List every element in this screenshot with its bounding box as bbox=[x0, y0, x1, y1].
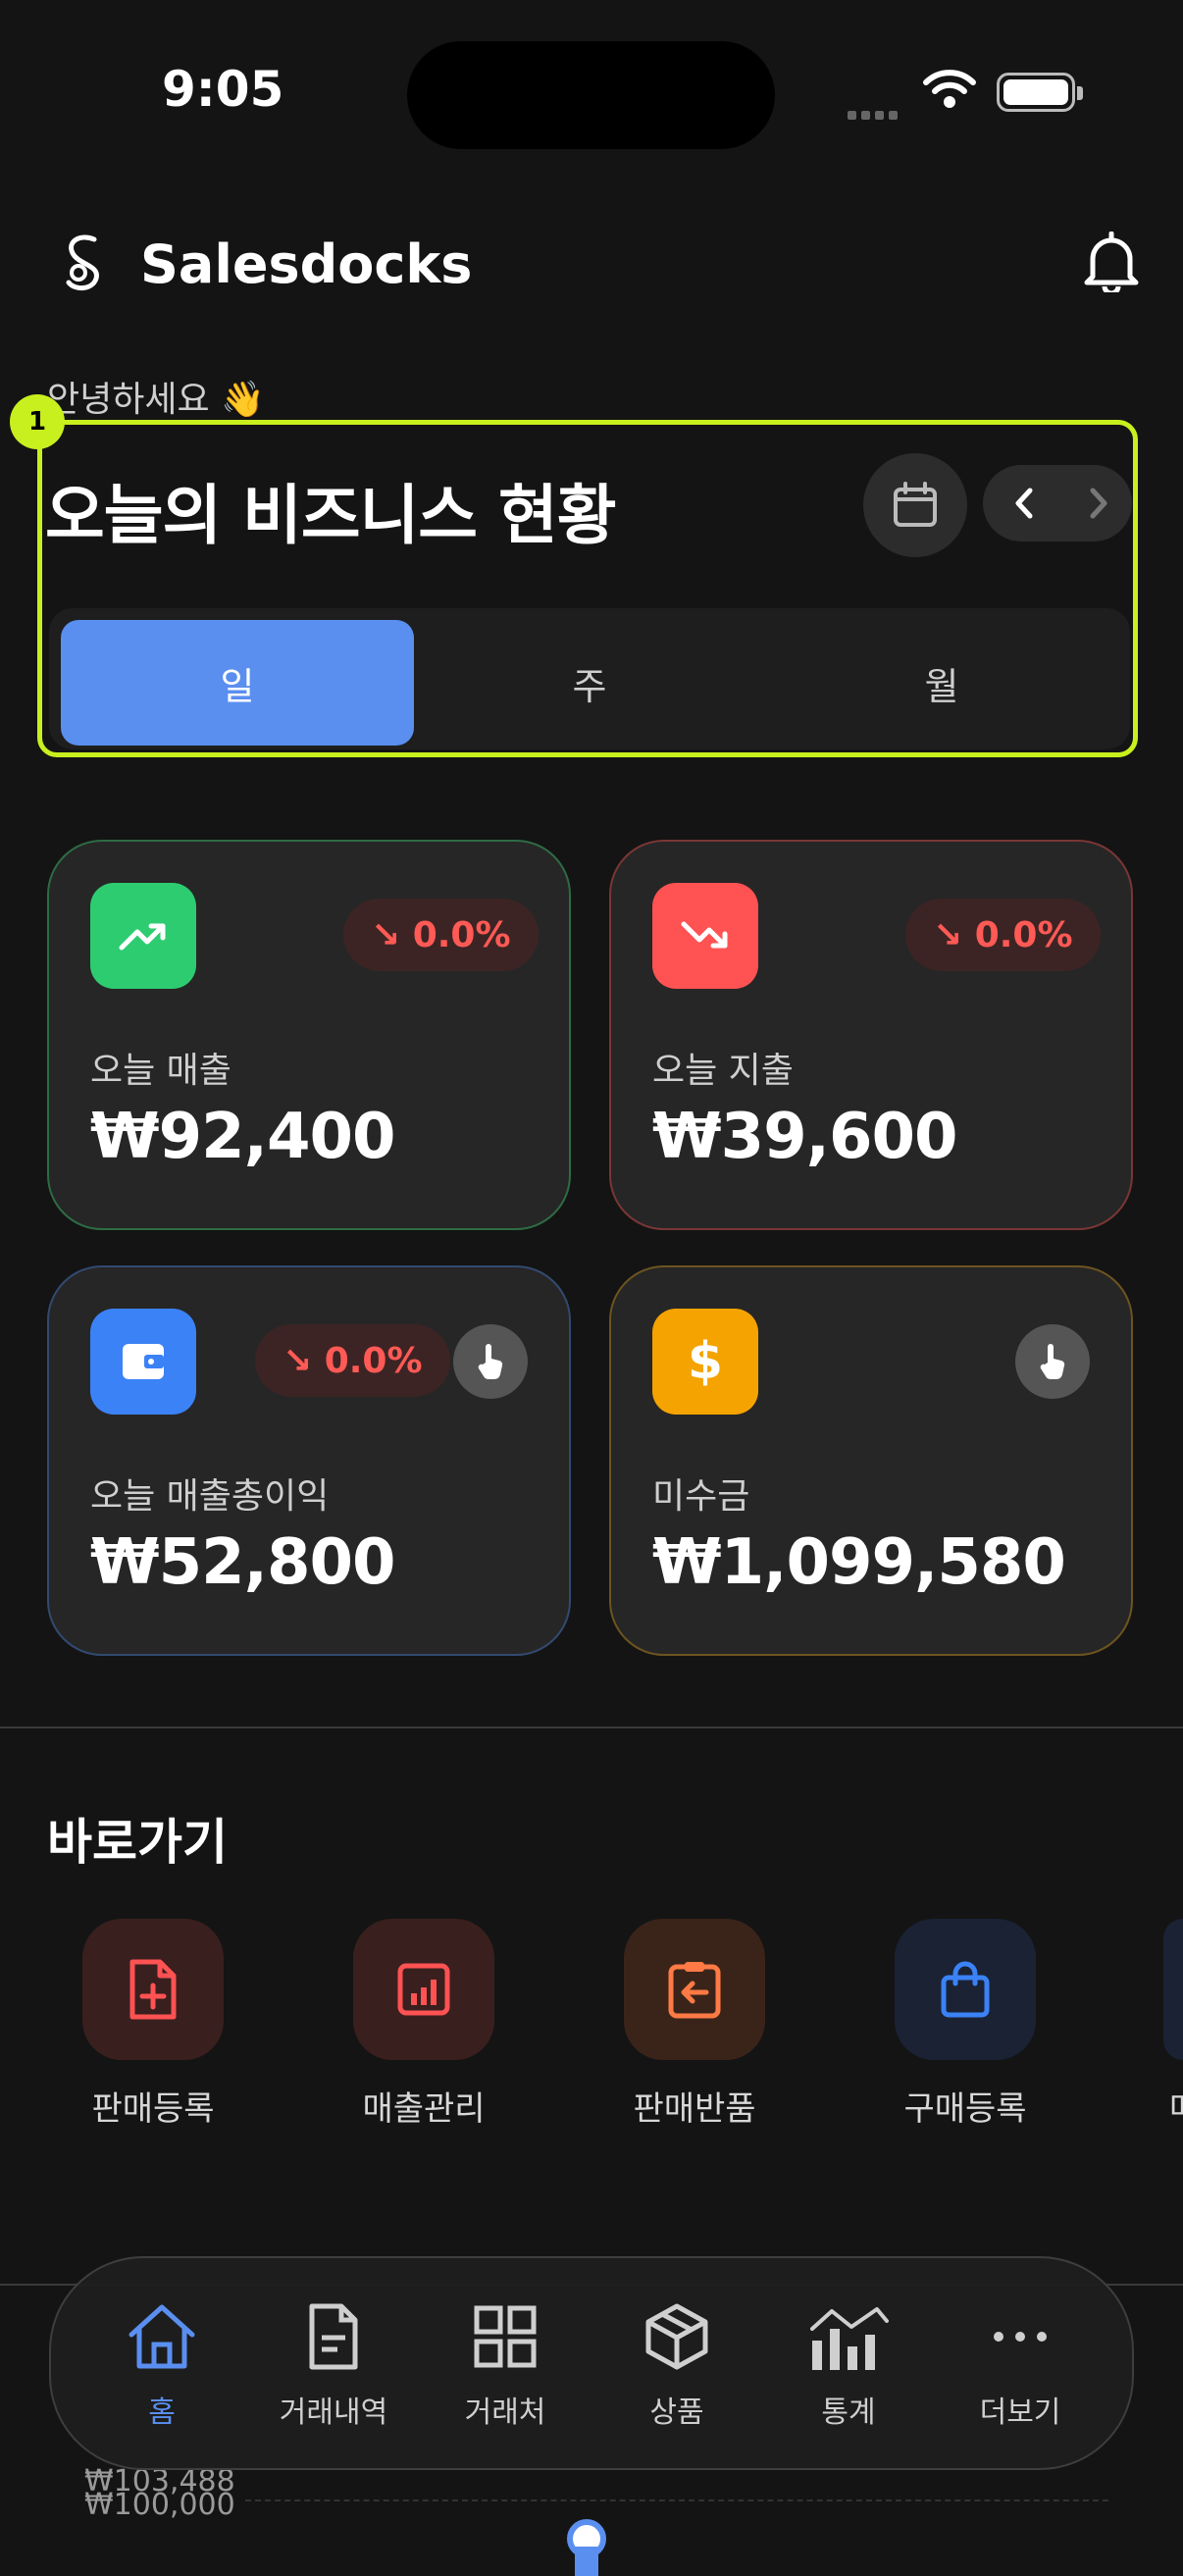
expense-label: 오늘 지출 bbox=[652, 1051, 794, 1091]
bottom-tab-bar: 홈 거래내역 거래처 상품 통계 더보기 bbox=[49, 2256, 1134, 2470]
sales-change-badge: ↘ 0.0% bbox=[343, 899, 539, 971]
tab-month[interactable]: 월 bbox=[765, 620, 1118, 746]
chevron-left-icon[interactable] bbox=[1006, 483, 1042, 524]
tab-label: 상품 bbox=[649, 2396, 704, 2430]
shortcut-sales-management[interactable]: 매출관리 bbox=[337, 1919, 510, 2130]
shortcut-label: 구매등록 bbox=[903, 2089, 1027, 2129]
trending-down-icon bbox=[652, 883, 758, 989]
shortcut-partial-label: 매 bbox=[1169, 2082, 1183, 2130]
signal-icon bbox=[848, 105, 902, 124]
chart-value-label: ₩100,000 bbox=[84, 2488, 235, 2522]
sales-value: ₩92,400 bbox=[90, 1101, 396, 1173]
bell-icon[interactable] bbox=[1083, 231, 1140, 296]
document-icon bbox=[250, 2297, 417, 2376]
dynamic-island bbox=[407, 41, 775, 149]
shortcut-sales-return[interactable]: 판매반품 bbox=[608, 1919, 781, 2130]
stats-icon bbox=[765, 2297, 932, 2376]
shortcut-purchase-register[interactable]: 구매등록 bbox=[879, 1919, 1052, 2130]
expense-value: ₩39,600 bbox=[652, 1101, 958, 1173]
chart-report-icon bbox=[353, 1919, 494, 2060]
tab-transactions[interactable]: 거래내역 bbox=[250, 2297, 417, 2431]
grid-icon bbox=[422, 2297, 589, 2376]
shortcut-sales-register[interactable]: 판매등록 bbox=[67, 1919, 239, 2130]
home-icon bbox=[78, 2297, 245, 2376]
sales-label: 오늘 매출 bbox=[90, 1051, 231, 1091]
tab-day[interactable]: 일 bbox=[61, 620, 414, 746]
divider bbox=[0, 1726, 1183, 1728]
tab-more[interactable]: 더보기 bbox=[937, 2297, 1104, 2431]
salesdocks-logo bbox=[57, 232, 108, 300]
file-plus-icon bbox=[82, 1919, 224, 2060]
expense-card[interactable]: ↘ 0.0% 오늘 지출 ₩39,600 bbox=[609, 840, 1133, 1230]
date-navigator bbox=[983, 465, 1132, 541]
gross-profit-change-badge: ↘ 0.0% bbox=[255, 1324, 450, 1397]
battery-nub bbox=[1077, 86, 1083, 100]
shortcut-label: 매출관리 bbox=[362, 2089, 486, 2129]
trending-up-icon bbox=[90, 883, 196, 989]
period-segmented-control: 일 주 월 bbox=[49, 608, 1130, 749]
tab-partners[interactable]: 거래처 bbox=[422, 2297, 589, 2431]
tab-label: 통계 bbox=[821, 2396, 876, 2430]
tab-label: 홈 bbox=[148, 2396, 176, 2430]
wallet-icon bbox=[90, 1309, 196, 1415]
battery-icon bbox=[997, 73, 1075, 112]
shortcut-label: 판매등록 bbox=[91, 2089, 215, 2129]
box-icon bbox=[593, 2297, 760, 2376]
tab-label: 더보기 bbox=[979, 2396, 1061, 2430]
highlight-badge: 1 bbox=[10, 394, 65, 449]
shortcuts-title: 바로가기 bbox=[47, 1814, 228, 1871]
tab-label: 거래내역 bbox=[279, 2396, 388, 2430]
brand-name: Salesdocks bbox=[140, 233, 473, 295]
greeting-text: 안녕하세요 👋 bbox=[47, 380, 265, 420]
clipboard-return-icon bbox=[624, 1919, 765, 2060]
shortcut-label: 판매반품 bbox=[633, 2089, 756, 2129]
page-title: 오늘의 비즈니스 현황 bbox=[45, 478, 616, 553]
sales-card[interactable]: ↘ 0.0% 오늘 매출 ₩92,400 bbox=[47, 840, 571, 1230]
expense-change-badge: ↘ 0.0% bbox=[905, 899, 1101, 971]
calendar-icon bbox=[894, 482, 937, 527]
status-time: 9:05 bbox=[162, 61, 284, 118]
dollar-icon: $ bbox=[652, 1309, 758, 1415]
gross-profit-value: ₩52,800 bbox=[90, 1526, 396, 1599]
more-icon bbox=[937, 2297, 1104, 2376]
tab-home[interactable]: 홈 bbox=[78, 2297, 245, 2431]
tap-hand-icon[interactable] bbox=[1015, 1324, 1090, 1399]
shortcut-partial[interactable] bbox=[1163, 1919, 1183, 2060]
chevron-right-icon[interactable] bbox=[1081, 483, 1116, 524]
tab-products[interactable]: 상품 bbox=[593, 2297, 760, 2431]
gross-profit-label: 오늘 매출총이익 bbox=[90, 1476, 330, 1517]
gross-profit-card[interactable]: ↘ 0.0% 오늘 매출총이익 ₩52,800 bbox=[47, 1265, 571, 1656]
shopping-bag-icon bbox=[895, 1919, 1036, 2060]
tab-week[interactable]: 주 bbox=[413, 620, 766, 746]
receivables-card[interactable]: $ 미수금 ₩1,099,580 bbox=[609, 1265, 1133, 1656]
chart-gridline bbox=[245, 2499, 1108, 2501]
tap-hand-icon[interactable] bbox=[453, 1324, 528, 1399]
calendar-button[interactable] bbox=[863, 453, 967, 557]
wifi-icon bbox=[922, 67, 977, 114]
tab-label: 거래처 bbox=[464, 2396, 546, 2430]
receivables-label: 미수금 bbox=[652, 1476, 750, 1517]
receivables-value: ₩1,099,580 bbox=[652, 1526, 1066, 1599]
tab-stats[interactable]: 통계 bbox=[765, 2297, 932, 2431]
